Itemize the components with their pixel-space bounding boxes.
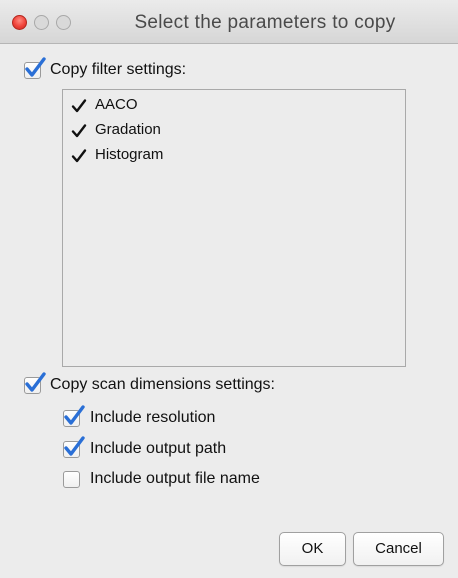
window-title: Select the parameters to copy [134, 12, 396, 33]
zoom-window-button[interactable] [56, 15, 71, 30]
copy-scan-dimensions-label: Copy scan dimensions settings: [50, 376, 275, 393]
title-bar: Select the parameters to copy [0, 0, 458, 44]
include-output-file-name-label: Include output file name [90, 470, 260, 487]
filter-item-label: Gradation [95, 121, 161, 138]
include-output-path-label: Include output path [90, 440, 227, 457]
checkmark-icon[interactable] [71, 123, 87, 139]
copy-scan-dimensions-checkbox[interactable] [24, 372, 46, 394]
include-output-path-checkbox[interactable] [63, 436, 85, 458]
checkmark-icon [64, 405, 85, 425]
copy-filter-settings-label: Copy filter settings: [50, 61, 187, 78]
include-resolution-checkbox[interactable] [63, 405, 85, 427]
include-output-file-name-checkbox[interactable] [63, 471, 80, 488]
checkmark-icon[interactable] [71, 148, 87, 164]
checkmark-icon[interactable] [71, 98, 87, 114]
filter-item-label: AACO [95, 96, 138, 113]
checkmark-icon [64, 436, 85, 456]
ok-button[interactable]: OK [279, 532, 346, 566]
close-window-button[interactable] [12, 15, 27, 30]
filter-list[interactable]: AACO Gradation Histogram [62, 89, 406, 367]
include-resolution-label: Include resolution [90, 409, 216, 426]
checkmark-icon [25, 57, 46, 77]
dialog-window: Select the parameters to copy Copy filte… [0, 0, 458, 578]
minimize-window-button[interactable] [34, 15, 49, 30]
filter-item-label: Histogram [95, 146, 164, 163]
cancel-button[interactable]: Cancel [353, 532, 444, 566]
copy-filter-settings-checkbox[interactable] [24, 57, 46, 79]
checkmark-icon [25, 372, 46, 392]
